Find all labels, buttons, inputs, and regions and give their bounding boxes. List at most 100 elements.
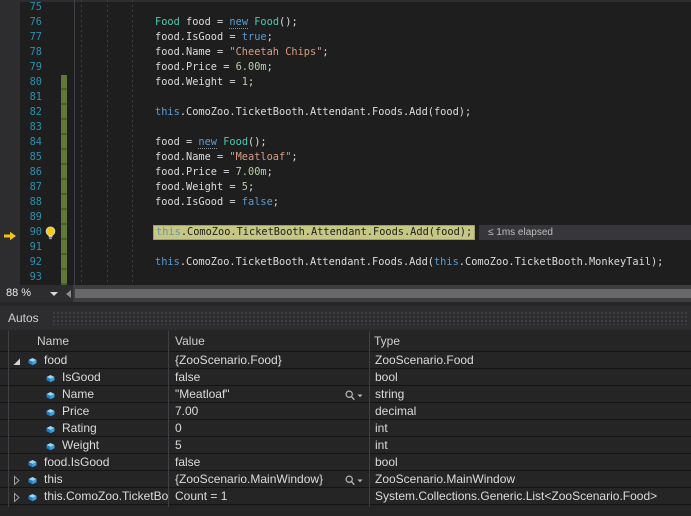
type-cell: int xyxy=(370,437,691,453)
code-token: .ComoZoo.TicketBooth.Attendant.Foods.Add… xyxy=(180,106,471,118)
type-cell: bool xyxy=(370,369,691,385)
line-number: 78 xyxy=(0,45,42,60)
code-line[interactable]: Food food = new Food(); xyxy=(155,15,298,30)
name-cell: this xyxy=(8,471,168,487)
column-header-name[interactable]: Name xyxy=(37,331,69,351)
code-line[interactable]: this.ComoZoo.TicketBooth.Attendant.Foods… xyxy=(155,255,663,270)
type-cell: int xyxy=(370,420,691,436)
value-cell[interactable]: false xyxy=(169,454,369,470)
code-token: .ComoZoo.TicketBooth.Attendant.Foods.Add… xyxy=(180,256,434,268)
expand-icon[interactable] xyxy=(11,491,22,502)
current-statement-line[interactable]: this.ComoZoo.TicketBooth.Attendant.Foods… xyxy=(153,225,475,240)
code-token: "Cheetah Chips" xyxy=(229,46,322,58)
line-number: 81 xyxy=(0,90,42,105)
lightbulb-icon[interactable] xyxy=(44,226,57,245)
variable-row[interactable]: food{ZooScenario.Food}ZooScenario.Food xyxy=(0,352,691,369)
value-cell[interactable]: 7.00 xyxy=(169,403,369,419)
code-line[interactable]: food.Name = "Cheetah Chips"; xyxy=(155,45,329,60)
autos-grid: Name Value Type food{ZooScenario.Food}Zo… xyxy=(0,330,691,516)
column-divider-value-type[interactable] xyxy=(369,331,370,507)
code-token: (); xyxy=(248,136,267,148)
code-token: true xyxy=(242,31,267,43)
variable-row[interactable]: food.IsGood falsebool xyxy=(0,454,691,471)
name-cell: Price xyxy=(8,403,168,419)
variable-row[interactable]: Name"Meatloaf"string xyxy=(0,386,691,403)
code-line[interactable]: food.IsGood = true; xyxy=(155,30,273,45)
code-line[interactable]: food.Weight = 1; xyxy=(155,75,254,90)
variable-row[interactable]: this.ComoZoo.TicketBoCount = 1System.Col… xyxy=(0,488,691,505)
variable-name: Price xyxy=(62,403,89,419)
name-cell: Name xyxy=(8,386,168,402)
code-token: 7.00m xyxy=(236,166,267,178)
grid-left-edge xyxy=(8,331,9,507)
value-cell[interactable]: {ZooScenario.MainWindow} xyxy=(169,471,369,487)
code-line[interactable]: food.Price = 6.00m; xyxy=(155,60,273,75)
column-header-type[interactable]: Type xyxy=(374,331,400,351)
scrollbar-thumb[interactable] xyxy=(75,289,691,298)
code-token: food = xyxy=(155,136,198,148)
perf-tip[interactable]: ≤ 1ms elapsed xyxy=(479,225,691,240)
code-token: 6.00m xyxy=(236,61,267,73)
type-cell: ZooScenario.MainWindow xyxy=(370,471,691,487)
code-token: food.Name = xyxy=(155,46,229,58)
value-cell[interactable]: Count = 1 xyxy=(169,488,369,504)
line-number: 88 xyxy=(0,195,42,210)
magnifier-icon[interactable] xyxy=(345,389,364,402)
value-cell[interactable]: 5 xyxy=(169,437,369,453)
scroll-left-icon[interactable] xyxy=(66,290,71,298)
code-lines: Food food = new Food();food.IsGood = tru… xyxy=(0,0,691,285)
code-token: food.Weight = xyxy=(155,76,242,88)
code-token: ; xyxy=(248,76,254,88)
code-token: new xyxy=(198,136,217,149)
code-line[interactable]: food.Weight = 5; xyxy=(155,180,254,195)
magnifier-icon[interactable] xyxy=(345,474,364,487)
value-cell[interactable]: "Meatloaf" xyxy=(169,386,369,402)
code-line[interactable]: food = new Food(); xyxy=(155,135,267,150)
field-icon xyxy=(45,372,56,383)
variable-rows: food{ZooScenario.Food}ZooScenario.FoodIs… xyxy=(0,352,691,505)
code-token: ; xyxy=(322,46,328,58)
line-number: 84 xyxy=(0,135,42,150)
code-token: Food xyxy=(223,136,248,148)
variable-name: Weight xyxy=(62,437,99,453)
chevron-down-icon[interactable] xyxy=(50,292,58,296)
value-cell[interactable]: {ZooScenario.Food} xyxy=(169,352,369,368)
variable-row[interactable]: this{ZooScenario.MainWindow}ZooScenario.… xyxy=(0,471,691,488)
name-cell: food xyxy=(8,352,168,368)
code-token: "Meatloaf" xyxy=(229,151,291,163)
code-token: ; xyxy=(267,166,273,178)
name-cell: this.ComoZoo.TicketBo xyxy=(8,488,168,504)
line-number: 85 xyxy=(0,150,42,165)
field-icon xyxy=(45,389,56,400)
code-token: ; xyxy=(273,196,279,208)
field-icon xyxy=(45,406,56,417)
variable-row[interactable]: Weight 5int xyxy=(0,437,691,454)
code-line[interactable]: food.IsGood = false; xyxy=(155,195,279,210)
variable-row[interactable]: Rating 0int xyxy=(0,420,691,437)
field-icon xyxy=(27,355,38,366)
expand-icon[interactable] xyxy=(11,474,22,485)
code-line[interactable]: food.Name = "Meatloaf"; xyxy=(155,150,298,165)
horizontal-scrollbar[interactable] xyxy=(73,285,691,302)
editor-scroll-row: 88 % xyxy=(0,285,691,302)
line-number: 77 xyxy=(0,30,42,45)
variable-name: food.IsGood xyxy=(44,454,109,470)
collapse-icon[interactable] xyxy=(11,355,22,366)
variable-row[interactable]: IsGoodfalsebool xyxy=(0,369,691,386)
column-divider-name-value[interactable] xyxy=(168,331,169,507)
column-header-value[interactable]: Value xyxy=(175,331,205,351)
line-number: 79 xyxy=(0,60,42,75)
code-line[interactable]: food.Price = 7.00m; xyxy=(155,165,273,180)
type-cell: bool xyxy=(370,454,691,470)
code-token: Food xyxy=(254,16,279,28)
vs-debugger-window: 75767778798081828384858687888990919293 F… xyxy=(0,0,691,516)
current-statement-arrow-icon[interactable] xyxy=(3,228,17,246)
code-editor[interactable]: 75767778798081828384858687888990919293 F… xyxy=(0,0,691,285)
line-number: 83 xyxy=(0,120,42,135)
variable-row[interactable]: Price7.00decimal xyxy=(0,403,691,420)
variable-name: Rating xyxy=(62,420,97,436)
value-cell[interactable]: false xyxy=(169,369,369,385)
autos-title-bar[interactable]: Autos xyxy=(0,306,691,330)
code-line[interactable]: this.ComoZoo.TicketBooth.Attendant.Foods… xyxy=(155,105,471,120)
value-cell[interactable]: 0 xyxy=(169,420,369,436)
